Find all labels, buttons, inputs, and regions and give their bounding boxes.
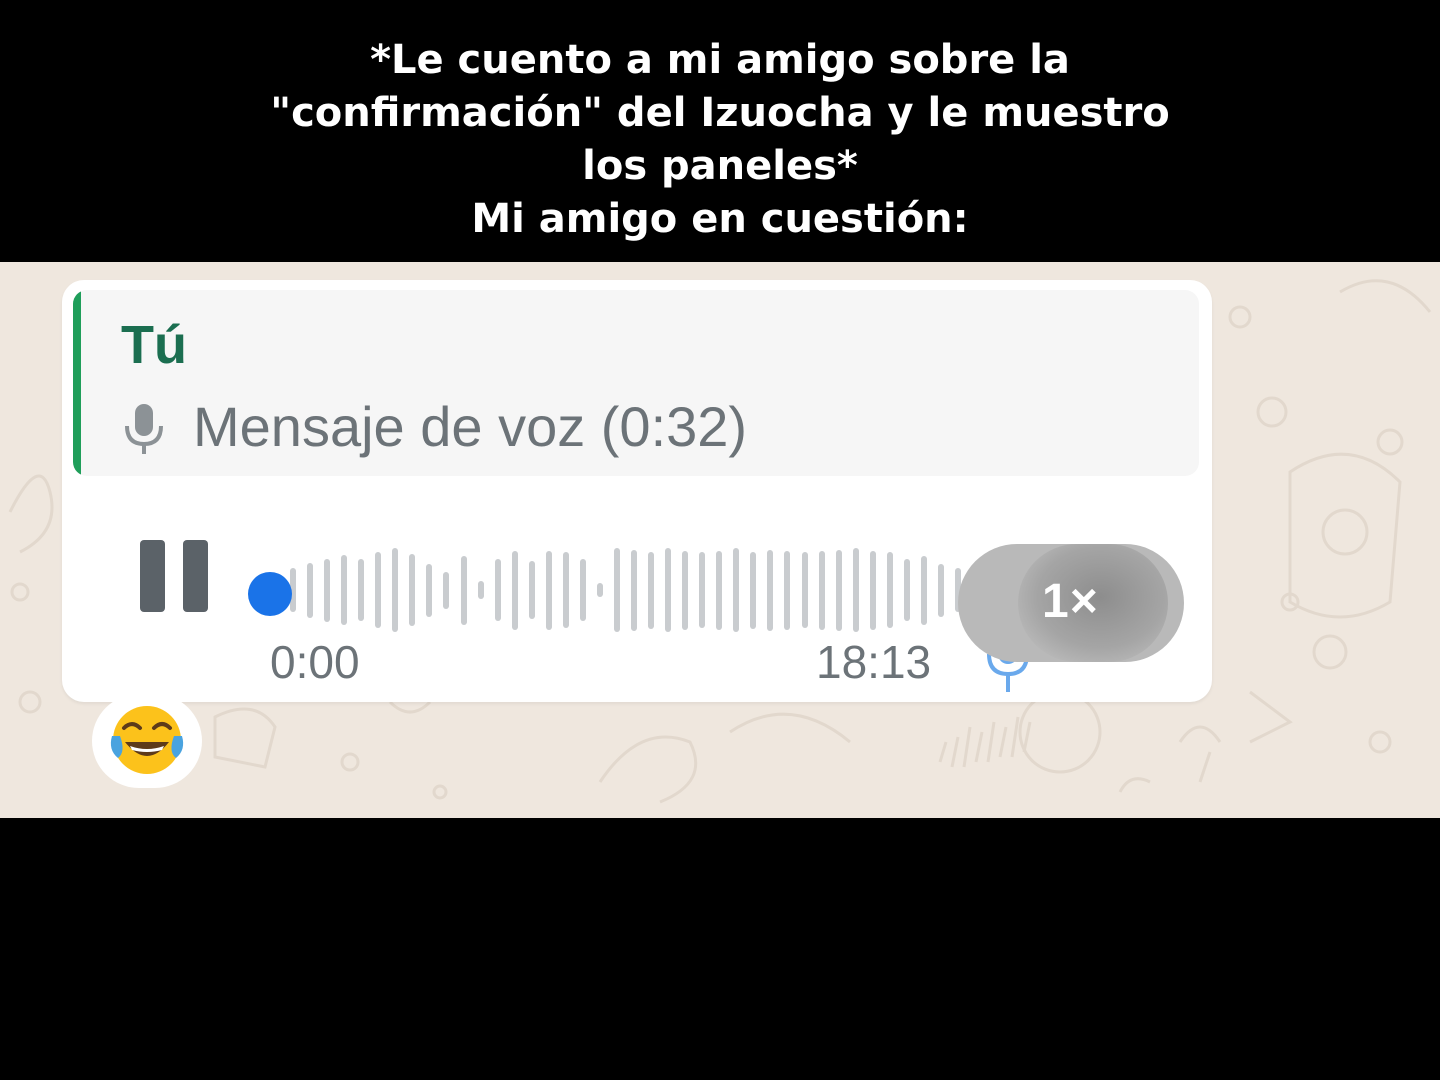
caption-line-3: los paneles* — [582, 143, 858, 189]
mic-icon — [125, 404, 163, 454]
waveform-bar — [648, 552, 654, 629]
waveform-bar — [836, 550, 842, 631]
waveform-bar — [819, 551, 825, 630]
waveform-bar — [546, 551, 552, 630]
reaction-badge[interactable] — [92, 694, 202, 788]
voice-waveform[interactable] — [246, 542, 961, 634]
speed-label: 1× — [1042, 575, 1099, 628]
quoted-reply[interactable]: Tú Mensaje de voz (0:32) — [73, 290, 1199, 476]
pause-icon-bar — [183, 540, 208, 612]
waveform-bar — [392, 548, 398, 632]
waveform-bar — [682, 551, 688, 630]
waveform-bar — [614, 548, 620, 632]
waveform-bar — [699, 552, 705, 628]
waveform-bar — [887, 552, 893, 628]
waveform-bar — [767, 550, 773, 631]
waveform-bar — [870, 551, 876, 630]
chat-area[interactable]: Tú Mensaje de voz (0:32) 0:00 18:13 1× — [0, 262, 1440, 818]
waveform-bar — [512, 551, 518, 630]
current-time: 0:00 — [270, 636, 360, 688]
waveform-bar — [716, 551, 722, 630]
waveform-bar — [324, 559, 330, 622]
waveform-bar — [750, 552, 756, 629]
waveform-bar — [733, 548, 739, 632]
quote-author: Tú — [121, 315, 187, 375]
caption-line-4: Mi amigo en cuestión: — [471, 196, 969, 242]
waveform-bar — [375, 552, 381, 628]
waveform-bar — [853, 548, 859, 632]
quote-text: Mensaje de voz (0:32) — [193, 395, 748, 458]
waveform-bar — [358, 559, 364, 621]
waveform-bar — [307, 563, 313, 618]
waveform-bar — [426, 564, 432, 617]
duration: 18:13 — [816, 636, 932, 688]
quote-accent-bar — [73, 290, 81, 476]
pause-icon-bar — [140, 540, 165, 612]
waveform-bar — [904, 559, 910, 621]
pause-button[interactable] — [140, 538, 210, 614]
face-with-tears-of-joy-icon — [110, 706, 184, 774]
caption-line-1: *Le cuento a mi amigo sobre la — [370, 37, 1070, 83]
waveform-bar — [563, 552, 569, 628]
playback-speed-button[interactable]: 1× — [958, 544, 1184, 662]
waveform-bar — [529, 561, 535, 619]
waveform-bar — [631, 550, 637, 631]
waveform-bar — [921, 556, 927, 625]
waveform-bar — [784, 551, 790, 630]
waveform-bar — [665, 548, 671, 632]
waveform-bar — [478, 581, 484, 599]
waveform-bar — [495, 559, 501, 621]
waveform-bar — [597, 583, 603, 597]
waveform-bar — [341, 555, 347, 625]
message-bubble[interactable]: Tú Mensaje de voz (0:32) 0:00 18:13 1× — [62, 280, 1212, 702]
caption-line-2: "confirmación" del Izuocha y le muestro — [270, 90, 1170, 136]
waveform-bar — [443, 572, 449, 609]
waveform-bar — [580, 559, 586, 621]
waveform-bar — [938, 564, 944, 617]
waveform-bar — [409, 554, 415, 626]
waveform-bar — [461, 556, 467, 625]
caption-text: *Le cuento a mi amigo sobre la "confirma… — [0, 34, 1440, 246]
seek-handle[interactable] — [248, 572, 292, 616]
waveform-bar — [802, 552, 808, 628]
